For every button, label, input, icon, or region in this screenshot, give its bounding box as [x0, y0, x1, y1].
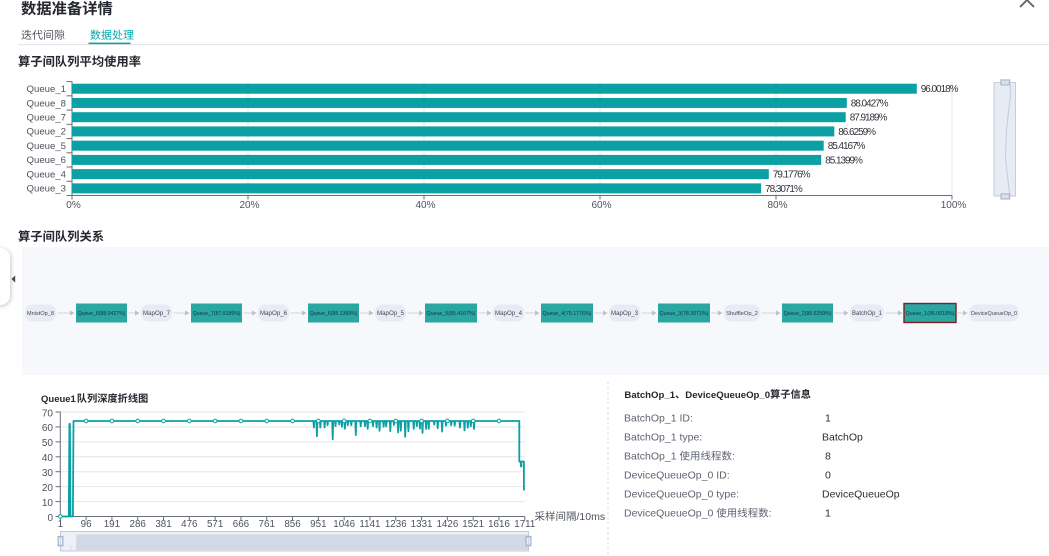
svg-text:79.1776%: 79.1776% [773, 170, 811, 181]
svg-text:ShuffleOp_2: ShuffleOp_2 [726, 311, 758, 317]
svg-text:Queue_5(85.4167%): Queue_5(85.4167%) [427, 311, 476, 317]
svg-text:BatchOp_1: BatchOp_1 [624, 390, 675, 401]
svg-text:85.4167%: 85.4167% [828, 141, 866, 152]
svg-text:DeviceQueueOp_0 type:: DeviceQueueOp_0 type: [624, 489, 739, 501]
svg-text:85.1399%: 85.1399% [825, 155, 863, 166]
svg-text:60: 60 [42, 423, 54, 434]
svg-text:MnistOp_8: MnistOp_8 [27, 311, 54, 317]
svg-text:Queue_7(87.9189%): Queue_7(87.9189%) [193, 311, 241, 317]
svg-text:/10ms: /10ms [577, 511, 606, 523]
svg-text:Queue_2: Queue_2 [27, 127, 66, 138]
svg-text:BatchOp_1 type:: BatchOp_1 type: [624, 432, 702, 444]
svg-text:286: 286 [130, 519, 147, 530]
svg-text:761: 761 [259, 519, 275, 530]
svg-text:666: 666 [233, 519, 250, 530]
svg-text:DeviceQueueOp_0: DeviceQueueOp_0 [624, 508, 713, 520]
svg-text:DeviceQueueOp_0 ID:: DeviceQueueOp_0 ID: [624, 470, 730, 482]
svg-text:1426: 1426 [436, 519, 458, 530]
svg-text:BatchOp_1: BatchOp_1 [852, 311, 883, 317]
svg-text:80%: 80% [767, 200, 787, 211]
svg-text:Queue_7: Queue_7 [27, 112, 66, 123]
svg-text:87.9189%: 87.9189% [850, 113, 888, 124]
svg-text:Queue_4: Queue_4 [27, 169, 67, 180]
svg-text:Queue_6: Queue_6 [27, 155, 66, 166]
svg-text:MapOp_4: MapOp_4 [495, 310, 523, 317]
svg-text:40%: 40% [415, 200, 435, 211]
svg-text:60%: 60% [591, 200, 611, 211]
svg-text:Queue_3(78.3071%): Queue_3(78.3071%) [660, 311, 709, 317]
svg-text:50: 50 [42, 438, 54, 449]
svg-text:MapOp_5: MapOp_5 [377, 310, 405, 317]
svg-text:40: 40 [42, 453, 54, 464]
svg-text:Queue_8(88.0427%): Queue_8(88.0427%) [78, 311, 126, 317]
svg-text:191: 191 [104, 519, 120, 530]
svg-text:BatchOp_1: BatchOp_1 [624, 451, 677, 463]
svg-text:MapOp_3: MapOp_3 [611, 310, 639, 317]
svg-text:20: 20 [42, 483, 54, 494]
svg-text:BatchOp_1 ID:: BatchOp_1 ID: [624, 413, 693, 425]
svg-text:Queue_8: Queue_8 [27, 98, 66, 109]
svg-text:Queue_1(96.0018%): Queue_1(96.0018%) [906, 311, 955, 317]
svg-text:96.0018%: 96.0018% [921, 84, 959, 95]
svg-text:571: 571 [207, 519, 223, 530]
svg-text::: : [732, 451, 735, 463]
svg-text:381: 381 [155, 519, 171, 530]
svg-text:1046: 1046 [333, 519, 355, 530]
svg-text:DeviceQueueOp_0: DeviceQueueOp_0 [685, 390, 770, 401]
svg-text:Queue_1: Queue_1 [27, 84, 66, 95]
svg-text:0%: 0% [66, 200, 81, 211]
svg-text:1711: 1711 [514, 519, 535, 530]
svg-text:8: 8 [825, 451, 831, 463]
svg-text:0: 0 [825, 470, 831, 482]
svg-text:100%: 100% [941, 200, 967, 211]
svg-text:70: 70 [42, 408, 54, 419]
svg-text:DeviceQueueOp_0: DeviceQueueOp_0 [971, 311, 1017, 317]
svg-text:1141: 1141 [359, 519, 380, 530]
svg-text:951: 951 [310, 519, 326, 530]
svg-text:1: 1 [58, 519, 63, 530]
svg-text:20%: 20% [239, 200, 259, 211]
svg-text:Queue_3: Queue_3 [27, 184, 66, 195]
svg-text:1616: 1616 [488, 519, 510, 530]
svg-text:BatchOp: BatchOp [822, 432, 863, 444]
svg-text:1: 1 [825, 413, 831, 425]
svg-text:Queue_5: Queue_5 [27, 141, 66, 152]
svg-text:Queue_6(85.1399%): Queue_6(85.1399%) [310, 311, 358, 317]
svg-text:1236: 1236 [385, 519, 407, 530]
svg-text:Queue1: Queue1 [41, 394, 77, 405]
svg-text:856: 856 [284, 519, 301, 530]
svg-text:86.6259%: 86.6259% [838, 127, 876, 138]
svg-text:30: 30 [42, 468, 54, 479]
svg-text:96: 96 [81, 519, 92, 530]
svg-text:0: 0 [47, 513, 53, 524]
svg-text:1: 1 [825, 508, 831, 520]
svg-text:MapOp_6: MapOp_6 [260, 310, 288, 317]
svg-text:Queue_4(79.1776%): Queue_4(79.1776%) [543, 311, 592, 317]
svg-text:10: 10 [42, 498, 54, 509]
svg-text:88.0427%: 88.0427% [851, 98, 889, 109]
svg-text:Queue_2(86.6259%): Queue_2(86.6259%) [784, 311, 832, 317]
svg-text:78.3071%: 78.3071% [765, 184, 803, 195]
svg-text:MapOp_7: MapOp_7 [143, 310, 171, 317]
svg-text:476: 476 [181, 519, 198, 530]
svg-text:1521: 1521 [462, 519, 484, 530]
svg-text:1331: 1331 [411, 519, 433, 530]
svg-text:DeviceQueueOp: DeviceQueueOp [822, 489, 900, 501]
svg-text::: : [769, 508, 772, 520]
